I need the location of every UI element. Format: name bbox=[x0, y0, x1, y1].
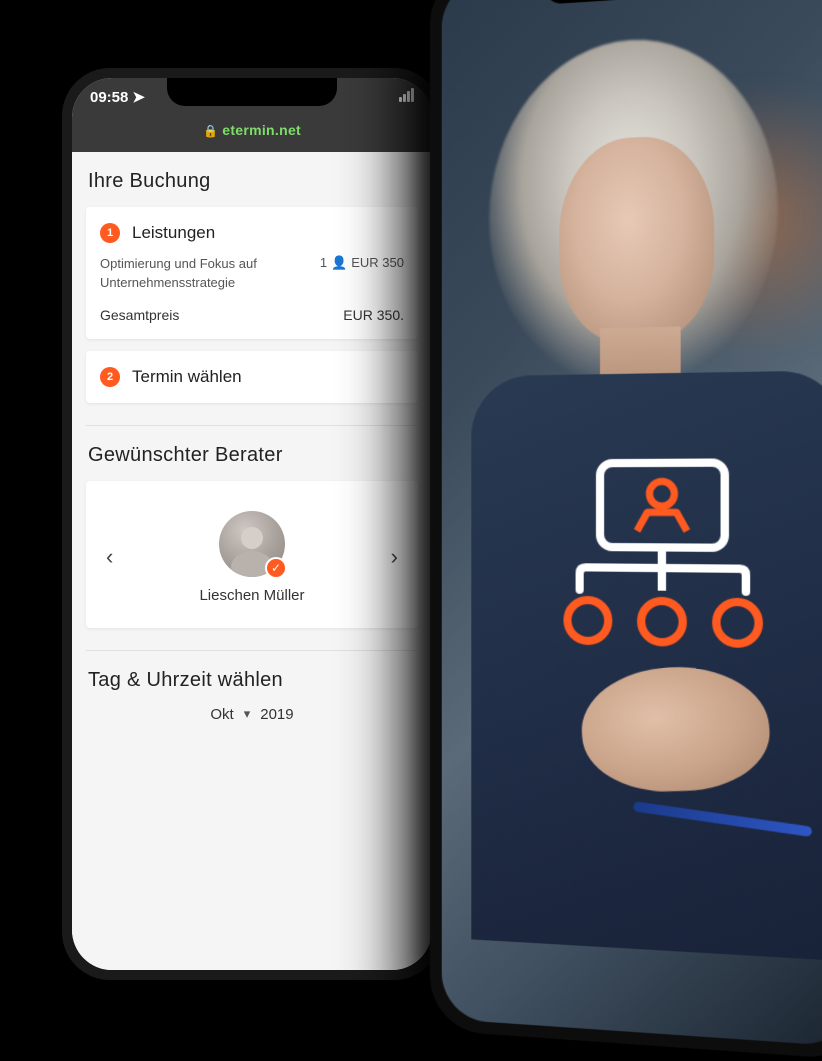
divider bbox=[86, 650, 418, 651]
consultant-card: ‹ ✓ Lieschen Müller › bbox=[86, 481, 418, 628]
location-icon: ➤ bbox=[132, 88, 145, 106]
divider bbox=[86, 425, 418, 426]
line-item-desc: Optimierung und Fokus auf Unternehmensst… bbox=[100, 255, 288, 293]
person-icon: 👤 bbox=[331, 255, 347, 271]
phone-notch bbox=[167, 78, 337, 106]
prev-consultant-button[interactable]: ‹ bbox=[98, 536, 121, 578]
phone-mockup-left: 09:58 ➤ 🔒 etermin.net Ihre Buchung 1 Leis… bbox=[62, 68, 442, 980]
url-bar[interactable]: 🔒 etermin.net bbox=[72, 122, 432, 138]
url-text: etermin.net bbox=[222, 122, 301, 138]
total-value: EUR 350. bbox=[343, 307, 404, 323]
total-label: Gesamtpreis bbox=[100, 307, 179, 323]
step2-badge: 2 bbox=[100, 367, 120, 387]
step2-card[interactable]: 2 Termin wählen bbox=[86, 351, 418, 403]
month-label: Okt bbox=[210, 706, 233, 723]
month-year-selector[interactable]: Okt ▾ 2019 bbox=[86, 706, 418, 723]
step1-title: Leistungen bbox=[132, 223, 215, 243]
check-icon: ✓ bbox=[265, 557, 287, 579]
consultant-name: Lieschen Müller bbox=[199, 587, 304, 604]
org-chart-icon bbox=[549, 458, 778, 667]
datetime-heading: Tag & Uhrzeit wählen bbox=[88, 669, 418, 692]
chevron-down-icon: ▾ bbox=[244, 706, 251, 722]
signal-icon bbox=[399, 88, 414, 102]
status-time: 09:58 bbox=[90, 89, 128, 106]
line-item-qty: 1 bbox=[320, 255, 327, 270]
step2-title: Termin wählen bbox=[132, 367, 242, 387]
step1-badge: 1 bbox=[100, 223, 120, 243]
lock-icon: 🔒 bbox=[203, 124, 218, 138]
step1-card[interactable]: 1 Leistungen Optimierung und Fokus auf U… bbox=[86, 207, 418, 339]
consultant-heading: Gewünschter Berater bbox=[88, 444, 418, 467]
booking-heading: Ihre Buchung bbox=[88, 170, 418, 193]
next-consultant-button[interactable]: › bbox=[383, 536, 406, 578]
consultant-avatar[interactable]: ✓ bbox=[219, 511, 285, 577]
line-item-price: EUR 350 bbox=[351, 255, 404, 270]
phone-mockup-right bbox=[430, 0, 822, 1061]
year-label: 2019 bbox=[260, 706, 293, 723]
